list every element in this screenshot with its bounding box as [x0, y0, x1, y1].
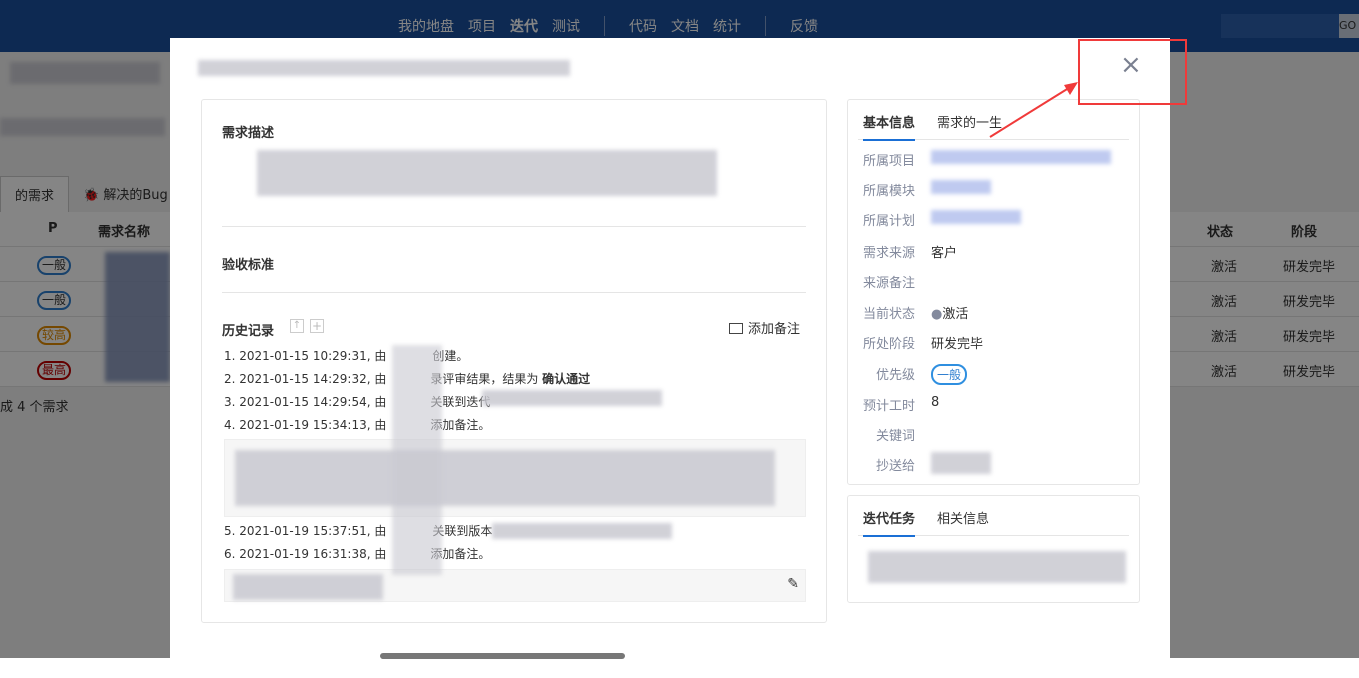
annotation-arrow-icon [989, 82, 1078, 138]
